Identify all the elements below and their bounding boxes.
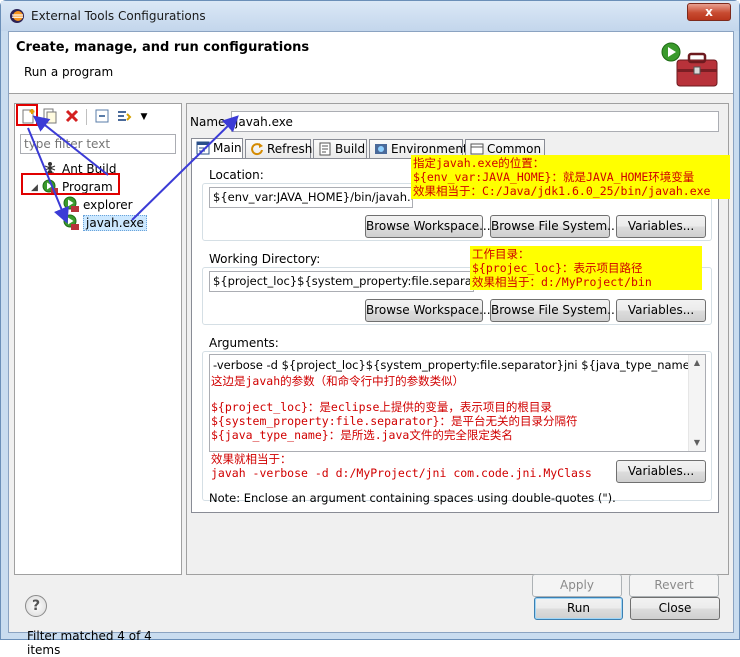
annotation-line: ${system_property:file.separator}：是平台无关的… xyxy=(211,414,578,428)
tab-build[interactable]: Build xyxy=(313,139,367,159)
dialog-client-area: Create, manage, and run configurations R… xyxy=(8,31,734,657)
working-directory-input[interactable]: ${project_loc}${system_property:file.sep… xyxy=(209,271,474,292)
toolbox-icon xyxy=(661,42,718,87)
workdir-browse-workspace-button[interactable]: Browse Workspace... xyxy=(365,299,491,322)
tab-label: Environment xyxy=(391,142,468,156)
apply-button[interactable]: Apply xyxy=(532,574,622,597)
arguments-note: Note: Enclose an argument containing spa… xyxy=(209,491,616,505)
tab-label: Main xyxy=(213,141,242,155)
annotation-line: ${project_loc}：是eclipse上提供的变量，表示项目的根目录 xyxy=(211,400,552,414)
annotation-line: 指定javah.exe的位置： xyxy=(413,156,545,170)
tree-item-label: javah.exe xyxy=(83,215,147,231)
arguments-scrollbar[interactable]: ▲ ▼ xyxy=(688,355,705,451)
collapse-all-button[interactable] xyxy=(93,108,111,126)
location-input[interactable]: ${env_var:JAVA_HOME}/bin/javah.exe xyxy=(209,187,413,208)
tree-item-javah[interactable]: javah.exe xyxy=(63,214,147,232)
collapse-all-icon xyxy=(95,109,109,123)
name-label: Name: xyxy=(190,115,230,129)
window-close-button[interactable]: x xyxy=(687,3,731,21)
main-tab-icon xyxy=(196,141,210,155)
filter-status: Filter matched 4 of 4 items xyxy=(27,629,152,657)
working-directory-label: Working Directory: xyxy=(209,252,321,266)
dialog-window: External Tools Configurations x Create, … xyxy=(0,0,740,657)
arguments-variables-button[interactable]: Variables... xyxy=(616,460,706,483)
arguments-label: Arguments: xyxy=(209,336,279,350)
arguments-text: -verbose -d ${project_loc}${system_prope… xyxy=(213,358,698,372)
location-annotation: 指定javah.exe的位置： ${env_var:JAVA_HOME}：就是J… xyxy=(411,155,730,199)
build-icon xyxy=(319,142,331,156)
annotation-line: ${java_type_name}：是所选.java文件的完全限定类名 xyxy=(211,428,513,442)
revert-button[interactable]: Revert xyxy=(629,574,719,597)
dialog-header-subtitle: Run a program xyxy=(24,65,114,79)
tree-expand-toggle[interactable]: ◢ xyxy=(31,183,41,193)
workdir-browse-filesystem-button[interactable]: Browse File System... xyxy=(490,299,619,322)
expanded-triangle-icon: ◢ xyxy=(31,183,38,193)
left-toolbar: ▼ xyxy=(15,104,181,130)
filter-button[interactable] xyxy=(115,108,133,126)
dialog-header-title: Create, manage, and run configurations xyxy=(16,40,310,55)
working-dir-annotation: 工作目录： ${projec_loc}：表示项目路径 效果相当于：d:/MyPr… xyxy=(470,246,702,290)
tree-item-program[interactable]: Program xyxy=(42,178,113,196)
location-variables-button[interactable]: Variables... xyxy=(616,215,706,238)
args-effect-annotation: 效果就相当于： javah -verbose -d d:/MyProject/j… xyxy=(211,452,592,480)
filter-input[interactable] xyxy=(20,134,176,154)
tab-label: Build xyxy=(335,142,366,156)
annotation-line: 效果就相当于： xyxy=(211,452,292,466)
new-configuration-button[interactable] xyxy=(19,108,37,126)
delete-icon xyxy=(65,109,79,123)
eclipse-icon xyxy=(10,9,24,23)
workdir-variables-button[interactable]: Variables... xyxy=(616,299,706,322)
tree-item-label: Program xyxy=(62,180,113,194)
tab-refresh[interactable]: Refresh xyxy=(245,139,313,159)
title-bar[interactable]: External Tools Configurations x xyxy=(1,1,739,31)
location-label: Location: xyxy=(209,168,264,182)
run-button[interactable]: Run xyxy=(534,597,623,620)
program-launch-icon xyxy=(63,214,79,230)
annotation-line: ${env_var:JAVA_HOME}：就是JAVA_HOME环境变量 xyxy=(413,170,695,184)
scroll-up-icon[interactable]: ▲ xyxy=(689,355,705,371)
tree-item-ant-build[interactable]: Ant Build xyxy=(42,160,116,178)
refresh-icon xyxy=(251,143,263,156)
duplicate-icon xyxy=(43,108,57,124)
annotation-line: 工作目录： xyxy=(472,247,530,261)
configuration-tree-panel: ▼ Ant Build ◢ Program explorer javah.exe… xyxy=(14,103,182,657)
annotation-line: javah -verbose -d d:/MyProject/jni com.c… xyxy=(211,466,592,480)
tab-label: Refresh xyxy=(267,142,313,156)
ant-build-icon xyxy=(44,162,56,175)
close-button[interactable]: Close xyxy=(630,597,720,620)
new-config-icon xyxy=(22,109,35,124)
args-intro-annotation: 这边是javah的参数（和命令行中打的参数类似） xyxy=(211,374,465,388)
program-launch-icon xyxy=(63,196,79,212)
common-icon xyxy=(470,143,484,155)
program-icon xyxy=(42,179,58,193)
window-title: External Tools Configurations xyxy=(31,9,206,23)
scroll-down-icon[interactable]: ▼ xyxy=(689,435,705,451)
filter-icon xyxy=(118,111,132,121)
annotation-line: 效果相当于：d:/MyProject/bin xyxy=(472,275,652,289)
triangle-down-icon: ▼ xyxy=(140,112,148,122)
tree-item-label: explorer xyxy=(83,198,133,212)
tree-item-label: Ant Build xyxy=(62,162,117,176)
duplicate-button[interactable] xyxy=(41,108,59,126)
tree-item-explorer[interactable]: explorer xyxy=(63,196,133,214)
location-browse-filesystem-button[interactable]: Browse File System... xyxy=(490,215,619,238)
annotation-line: ${projec_loc}：表示项目路径 xyxy=(472,261,643,275)
delete-button[interactable] xyxy=(63,108,81,126)
args-vars-annotation: ${project_loc}：是eclipse上提供的变量，表示项目的根目录 $… xyxy=(211,400,577,442)
name-input[interactable] xyxy=(231,111,719,132)
tab-label: Common xyxy=(487,142,542,156)
filter-menu-button[interactable]: ▼ xyxy=(135,108,153,126)
dialog-header: Create, manage, and run configurations R… xyxy=(9,32,733,94)
environment-icon xyxy=(375,144,387,154)
tab-main[interactable]: Main xyxy=(191,138,243,160)
help-icon[interactable]: ? xyxy=(25,595,47,617)
annotation-line: 效果相当于：C:/Java/jdk1.6.0_25/bin/javah.exe xyxy=(413,184,711,198)
location-browse-workspace-button[interactable]: Browse Workspace... xyxy=(365,215,491,238)
close-icon: x xyxy=(705,5,713,19)
